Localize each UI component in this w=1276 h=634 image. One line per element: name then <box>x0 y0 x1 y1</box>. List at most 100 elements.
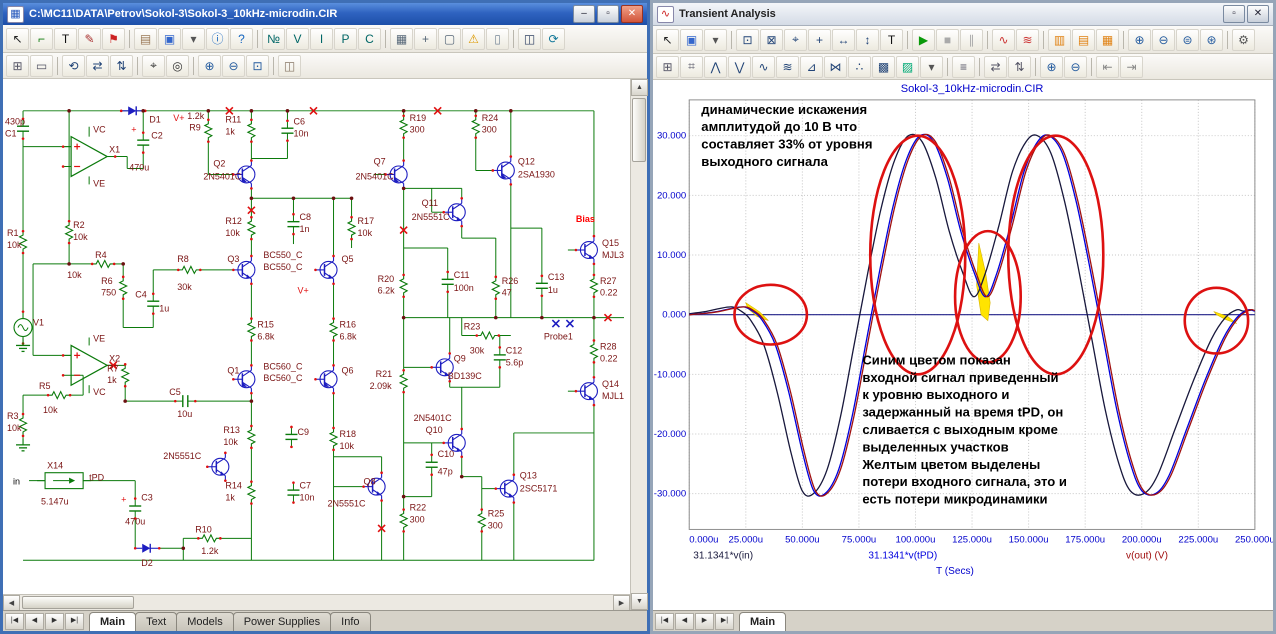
component-R7[interactable] <box>122 363 129 387</box>
stop-icon[interactable]: ■ <box>936 29 959 51</box>
component-R6[interactable] <box>120 276 127 300</box>
component-R18[interactable] <box>330 427 337 451</box>
scroll-up-button[interactable]: ▲ <box>631 79 648 96</box>
component-probe-mark-2[interactable] <box>566 320 573 327</box>
zoom-in-icon[interactable]: ⊕ <box>1128 29 1151 51</box>
component-R16[interactable] <box>330 317 337 341</box>
first-page-button[interactable]: |◀ <box>5 613 24 630</box>
component-C6[interactable] <box>281 119 293 141</box>
component-gnd2[interactable] <box>16 439 30 451</box>
zoom-area-icon[interactable]: ⊡ <box>246 55 269 77</box>
tab-main[interactable]: Main <box>89 612 136 631</box>
grid-toggle-icon[interactable]: ⊞ <box>656 56 679 78</box>
text-tool-icon[interactable]: T <box>880 29 903 51</box>
close-button[interactable]: ✕ <box>621 5 643 23</box>
component-gnd1[interactable] <box>16 339 30 351</box>
tab-info[interactable]: Info <box>330 612 370 631</box>
run-icon[interactable]: ▶ <box>912 29 935 51</box>
vertical-tag-icon[interactable]: ↕ <box>856 29 879 51</box>
component-C8[interactable] <box>287 213 299 235</box>
graphics-tool-icon[interactable]: ✎ <box>78 28 101 50</box>
currents-icon[interactable]: I <box>310 28 333 50</box>
refresh-icon[interactable]: ⟳ <box>542 28 565 50</box>
zoom-fit-icon[interactable]: ⊜ <box>1176 29 1199 51</box>
zoom-in-icon[interactable]: ⊕ <box>1040 56 1063 78</box>
component-R20[interactable] <box>400 274 407 298</box>
plot-canvas[interactable]: Sokol-3_10kHz-microdin.CIR30.00020.00010… <box>653 80 1273 610</box>
probe-ac-icon[interactable]: ≋ <box>1016 29 1039 51</box>
minimize-button[interactable]: – <box>573 5 595 23</box>
component-C2[interactable] <box>137 131 149 153</box>
next-page-button[interactable]: ▶ <box>45 613 64 630</box>
component-Q12[interactable] <box>491 155 514 185</box>
clipboard-icon[interactable]: ▤ <box>134 28 157 50</box>
sheet-icon[interactable]: ▯ <box>486 28 509 50</box>
component-Q13[interactable] <box>494 473 517 503</box>
component-Q5[interactable] <box>314 255 337 285</box>
component-R22[interactable] <box>400 508 407 532</box>
intersection-icon[interactable]: ⋈ <box>824 56 847 78</box>
plot-canvas-area[interactable]: Sokol-3_10kHz-microdin.CIR30.00020.00010… <box>653 80 1273 610</box>
select-area-icon[interactable]: ▭ <box>30 55 53 77</box>
zoom-out-icon[interactable]: ⊖ <box>1064 56 1087 78</box>
layers-icon[interactable]: ▩ <box>872 56 895 78</box>
waveform-add-icon[interactable]: ⋀ <box>704 56 727 78</box>
component-R26[interactable] <box>492 276 499 300</box>
help-icon[interactable]: ? <box>230 28 253 50</box>
component-R21[interactable] <box>400 369 407 393</box>
zoom-out-icon[interactable]: ⊖ <box>222 55 245 77</box>
component-Q14[interactable] <box>575 376 598 406</box>
properties-icon[interactable]: ⚙ <box>1232 29 1255 51</box>
component-X1[interactable] <box>62 137 117 177</box>
component-R27[interactable] <box>590 274 597 298</box>
component-R10[interactable] <box>197 535 222 542</box>
watch-icon[interactable]: ▦ <box>1096 29 1119 51</box>
zoom-in-icon[interactable]: ⊕ <box>198 55 221 77</box>
component-R24[interactable] <box>472 114 479 138</box>
numeric-output-icon[interactable]: ▥ <box>1048 29 1071 51</box>
component-R5[interactable] <box>47 392 72 399</box>
trace-icon[interactable]: ∿ <box>752 56 775 78</box>
node-voltages-icon[interactable]: V <box>286 28 309 50</box>
horizontal-tag-icon[interactable]: ↔ <box>832 29 855 51</box>
powers-icon[interactable]: P <box>334 28 357 50</box>
component-R17[interactable] <box>348 216 355 240</box>
component-R25[interactable] <box>478 508 485 532</box>
conditions-icon[interactable]: C <box>358 28 381 50</box>
select-tool-icon[interactable]: ↖ <box>656 29 679 51</box>
crosshair-icon[interactable]: + <box>414 28 437 50</box>
component-R4[interactable] <box>91 260 116 267</box>
component-Q15[interactable] <box>575 235 598 265</box>
axes-toggle-icon[interactable]: ⌗ <box>680 56 703 78</box>
component-Q4[interactable] <box>206 452 229 482</box>
flip-horizontal-icon[interactable]: ⇄ <box>86 55 109 77</box>
cursor-horizontal-icon[interactable]: ⇄ <box>984 56 1007 78</box>
select-tool-icon[interactable]: ↖ <box>6 28 29 50</box>
schematic-titlebar[interactable]: ▦ C:\MC11\DATA\Petrov\Sokol-3\Sokol-3_10… <box>3 3 647 25</box>
previous-page-button[interactable]: ◀ <box>25 613 44 630</box>
grid-icon[interactable]: ▦ <box>390 28 413 50</box>
palette-icon[interactable]: ▨ <box>896 56 919 78</box>
schematic-canvas-area[interactable]: 430pC1VCX1VED1C2470u+V+1.2kR9R111kC610nR… <box>3 79 630 594</box>
component-menu-icon[interactable]: ▣ <box>680 29 703 51</box>
data-points-icon[interactable]: ∴ <box>848 56 871 78</box>
border-icon[interactable]: ▢ <box>438 28 461 50</box>
last-page-button[interactable]: ▶| <box>65 613 84 630</box>
zoom-out-icon[interactable]: ⊖ <box>1152 29 1175 51</box>
mirror-icon[interactable]: ◫ <box>518 28 541 50</box>
component-C7[interactable] <box>287 481 299 503</box>
pattern-icon[interactable]: ⊞ <box>6 55 29 77</box>
tab-models[interactable]: Models <box>176 612 233 631</box>
component-C4[interactable] <box>147 292 159 314</box>
component-C12[interactable] <box>494 346 506 368</box>
scale-mode-icon[interactable]: ⊠ <box>760 29 783 51</box>
cursor-mode-icon[interactable]: ⌖ <box>784 29 807 51</box>
flag-tool-icon[interactable]: ⚑ <box>102 28 125 50</box>
component-R15[interactable] <box>248 317 255 341</box>
flip-vertical-icon[interactable]: ⇅ <box>110 55 133 77</box>
find-icon[interactable]: ⌖ <box>142 55 165 77</box>
close-button[interactable]: ✕ <box>1247 5 1269 23</box>
component-R2[interactable] <box>66 220 73 244</box>
component-C9[interactable] <box>285 426 297 448</box>
component-R13[interactable] <box>248 425 255 449</box>
